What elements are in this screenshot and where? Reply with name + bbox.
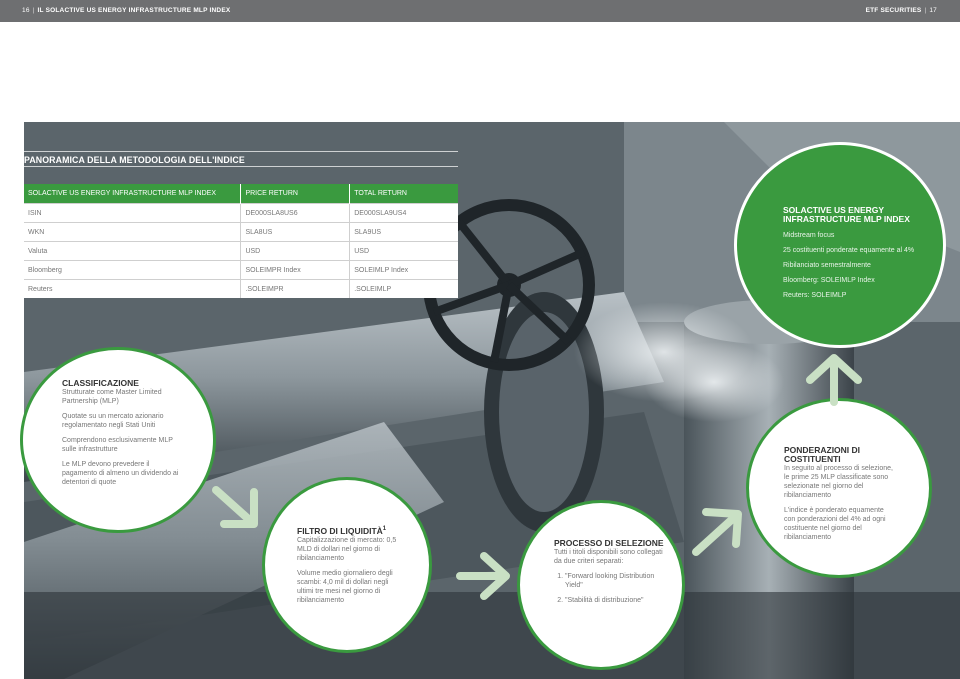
arrow-up-right-icon (692, 508, 742, 556)
constituent-weighting-heading: PONDERAZIONI DI COSTITUENTI (784, 445, 861, 464)
table-cell: SLA8US (240, 222, 350, 242)
header-left: 16 | IL SOLACTIVE US ENERGY INFRASTRUCTURE… (22, 7, 230, 14)
liquidity-filter-text: FILTRO DI LIQUIDITÀ1 Capitalizzazione di… (297, 525, 405, 611)
index-summary-line: Bloomberg: SOLEIMLP Index (783, 277, 875, 284)
constituent-weighting-text: PONDERAZIONI DI COSTITUENTI In seguito a… (784, 446, 896, 548)
brochure-page: 16 | IL SOLACTIVE US ENERGY INFRASTRUCTURE… (0, 0, 960, 679)
classificazione-heading: CLASSIFICAZIONE (62, 378, 139, 388)
classificazione-line: Le MLP devono prevedere il pagamento di … (62, 461, 179, 486)
section-title: PANORAMICA DELLA METODOLOGIA DELL'INDICE (24, 155, 245, 165)
classificazione-text: CLASSIFICAZIONE Strutturate come Master … (62, 379, 184, 493)
index-summary-line: Ribilanciato semestralmente (783, 262, 871, 269)
index-summary-line: Reuters: SOLEIMLP (783, 292, 847, 299)
brand-name: ETF SECURITIES (865, 7, 922, 14)
liquidity-filter-line: Capitalizzazione di mercato: 0,5 MLD di … (297, 536, 397, 562)
title-rule-bottom (24, 166, 458, 167)
table-cell: Bloomberg (24, 260, 241, 280)
header-separator: | (32, 7, 35, 14)
table-row: Reuters .SOLEIMPR .SOLEIMLP (24, 279, 458, 298)
table-cell: SLA9US (349, 222, 458, 242)
index-summary-line: Midstream focus (783, 232, 835, 239)
liquidity-heading-label: FILTRO DI LIQUIDITÀ (297, 525, 383, 536)
classificazione-line: Quotate su un mercato azionario regolame… (62, 413, 164, 429)
liquidity-filter-heading: FILTRO DI LIQUIDITÀ1 (297, 525, 405, 536)
footnote-marker: 1 (382, 526, 387, 532)
constituent-weighting-line: In seguito al processo di selezione, le … (784, 465, 893, 499)
index-summary-line: 25 costituenti ponderate equamente al 4% (783, 247, 915, 254)
table-cell: DE000SLA9US4 (349, 203, 458, 223)
index-codes-table: SOLACTIVE US ENERGY INFRASTRUCTURE MLP I… (24, 184, 458, 298)
table-cell: WKN (24, 222, 241, 242)
arrow-up-icon (806, 354, 862, 406)
table-row: ISIN DE000SLA8US6 DE000SLA9US4 (24, 203, 458, 223)
arrow-right-icon (456, 552, 510, 600)
document-title: IL SOLACTIVE US ENERGY INFRASTRUCTURE ML… (37, 7, 231, 14)
list-item: "Forward looking Distribution Yield" (565, 572, 664, 590)
selection-process-text: PROCESSO DI SELEZIONE Tutti i titoli dis… (554, 539, 664, 611)
table-cell: USD (240, 241, 350, 261)
table-row: Valuta USD USD (24, 241, 458, 261)
arrow-down-right-icon (212, 486, 258, 528)
table-header-total-return: TOTAL RETURN (349, 184, 458, 204)
header-separator-right: | (924, 7, 927, 14)
classificazione-line: Comprendono esclusivamente MLP sulle inf… (62, 437, 173, 453)
classificazione-line: Strutturate come Master Limited Partners… (62, 389, 162, 405)
table-row: Bloomberg SOLEIMPR Index SOLEIMLP Index (24, 260, 458, 280)
constituent-weighting-line: L'indice è ponderato equamente con ponde… (784, 507, 886, 541)
table-header-row: SOLACTIVE US ENERGY INFRASTRUCTURE MLP I… (24, 184, 458, 204)
table-cell: Valuta (24, 241, 241, 261)
table-cell: .SOLEIMLP (349, 279, 458, 298)
index-summary-text: SOLACTIVE US ENERGY INFRASTRUCTURE MLP I… (783, 206, 931, 306)
title-rule-top (24, 151, 458, 152)
table-header-price-return: PRICE RETURN (240, 184, 350, 204)
selection-criteria-list: "Forward looking Distribution Yield" "St… (554, 572, 664, 605)
selection-process-heading: PROCESSO DI SELEZIONE (554, 538, 664, 548)
page-header: 16 | IL SOLACTIVE US ENERGY INFRASTRUCTURE… (0, 0, 960, 22)
table-cell: SOLEIMLP Index (349, 260, 458, 280)
table-header-index: SOLACTIVE US ENERGY INFRASTRUCTURE MLP I… (24, 184, 241, 204)
list-item: "Stabilità di distribuzione" (565, 596, 664, 605)
header-right: ETF SECURITIES | 17 (866, 7, 937, 14)
table-cell: DE000SLA8US6 (240, 203, 350, 223)
index-summary-heading: SOLACTIVE US ENERGY INFRASTRUCTURE MLP I… (783, 205, 910, 224)
table-cell: Reuters (24, 279, 241, 298)
table-cell: USD (349, 241, 458, 261)
page-number-right: 17 (929, 7, 937, 14)
table-row: WKN SLA8US SLA9US (24, 222, 458, 242)
table-cell: ISIN (24, 203, 241, 223)
page-number-left: 16 (22, 7, 30, 14)
table-cell: SOLEIMPR Index (240, 260, 350, 280)
selection-process-intro: Tutti i titoli disponibili sono collegat… (554, 549, 663, 565)
liquidity-filter-line: Volume medio giornaliero degli scambi: 4… (297, 569, 393, 604)
table-cell: .SOLEIMPR (240, 279, 350, 298)
